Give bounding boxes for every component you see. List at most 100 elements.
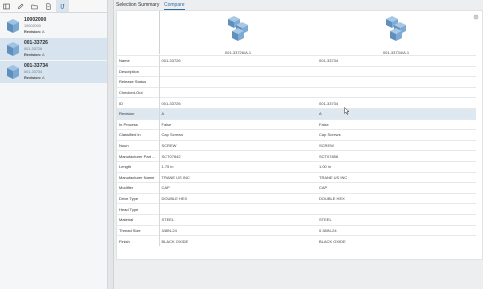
column-divider: [159, 11, 160, 54]
part-icon: [7, 19, 19, 33]
tab-bar: Selection Summary Compare: [114, 0, 483, 10]
row-label: Manufacturer Part ...: [117, 150, 160, 162]
table-row[interactable]: Name 001-33726 001-33734: [117, 55, 476, 67]
table-row[interactable]: Checked-Out: [117, 86, 476, 98]
folder-icon[interactable]: [28, 0, 41, 12]
part-2-value: 0.38IN-24: [317, 224, 476, 236]
mouse-cursor-icon: [344, 107, 350, 115]
part-2-value: SCT07856: [317, 150, 476, 162]
part-1-value: 001-33726: [159, 97, 317, 109]
revision-label: Revision:: [24, 30, 42, 34]
table-row[interactable]: Classified in Cap Screws Cap Screws: [117, 129, 476, 141]
part-icon: [7, 65, 19, 79]
part-1-value: SCT07842: [159, 150, 317, 162]
part-2-value: SCREW: [317, 139, 476, 151]
compare-icon[interactable]: [56, 0, 69, 12]
part-1-value: 3/8IN-24: [159, 224, 317, 236]
document-icon[interactable]: [42, 0, 55, 12]
row-label: Manufacturer Name: [117, 171, 160, 183]
revision-value: A: [41, 76, 45, 80]
row-label: Drive Type: [117, 192, 160, 204]
part-1-value: SCREW: [159, 139, 317, 151]
row-label: Release Status: [117, 76, 160, 88]
row-label: In Process: [117, 118, 160, 130]
table-row[interactable]: Manufacturer Name TRANE US INC TRANE US IN…: [117, 171, 476, 183]
table-row[interactable]: Manufacturer Part ... SCT07842 SCT07856: [117, 150, 476, 162]
table-row[interactable]: Revision A A: [117, 107, 476, 120]
row-label: Thread Size: [117, 224, 160, 236]
part-2-value: Cap Screws: [317, 129, 476, 141]
row-label: ID: [117, 97, 160, 109]
part-1-value: DOUBLE HEX: [159, 192, 317, 204]
part-1-value: A: [159, 107, 317, 120]
part-1-value: BLACK OXIDE: [159, 235, 317, 247]
row-label: Classified in: [117, 129, 160, 141]
part-1-value: [159, 76, 317, 88]
part-2-value: CAP: [317, 182, 476, 194]
part-1-value: False: [159, 118, 317, 130]
part-icon: [386, 16, 406, 41]
row-label: Modifier: [117, 182, 160, 194]
tab-selection-summary[interactable]: Selection Summary: [116, 2, 159, 8]
compare-header: 001-33726/A.1 001-33734/A.1: [117, 11, 483, 55]
part-2-value: TRANE US INC: [317, 171, 476, 183]
part-2-value: 001-33734: [317, 97, 476, 109]
part-1-value: 001-33726: [159, 55, 317, 67]
part-1-value: [159, 203, 317, 215]
table-row[interactable]: Material STEEL STEEL: [117, 213, 476, 225]
list-item[interactable]: 10002000 10002000 Revision: A: [0, 15, 107, 37]
part-2-value: 1.00 in: [317, 160, 476, 173]
part-1-value: CAP: [159, 182, 317, 194]
row-label: Head Type: [117, 203, 160, 215]
part-2-value: STEEL: [317, 213, 476, 225]
item-revision: Revision: A: [24, 29, 46, 35]
part-2-value: False: [317, 118, 476, 130]
revision-value: A: [41, 53, 45, 57]
row-label: Description: [117, 65, 160, 77]
part-2-value: BLACK OXIDE: [317, 235, 476, 247]
tab-compare[interactable]: Compare: [164, 2, 185, 10]
part-1-value: TRANE US INC: [159, 171, 317, 183]
row-label: Checked-Out: [117, 86, 160, 98]
part-1-value: [159, 86, 317, 98]
part-2-value: A: [317, 107, 476, 120]
app-window: 10002000 10002000 Revision: A 001-33726 …: [0, 0, 483, 289]
table-row[interactable]: Modifier CAP CAP: [117, 182, 476, 194]
part-icon: [7, 42, 19, 56]
panel-icon[interactable]: [0, 0, 13, 12]
table-row[interactable]: Release Status: [117, 76, 476, 88]
table-row[interactable]: Head Type: [117, 203, 476, 215]
table-row[interactable]: In Process False False: [117, 118, 476, 130]
part-2-value: DOUBLE HEX: [317, 192, 476, 204]
table-row[interactable]: Finish BLACK OXIDE BLACK OXIDE: [117, 235, 476, 247]
part-1-value: 1.75 in: [159, 160, 317, 173]
table-row[interactable]: Drive Type DOUBLE HEX DOUBLE HEX: [117, 192, 476, 204]
revision-value: A: [41, 30, 45, 34]
table-row[interactable]: Noun SCREW SCREW: [117, 139, 476, 151]
part-2-value: 001-33734: [317, 55, 476, 67]
part-2-value: [317, 76, 476, 88]
compare-table: Name 001-33726 001-33734 Description Release…: [117, 55, 476, 247]
item-revision: Revision: A: [24, 52, 48, 58]
part-2-value: [317, 65, 476, 77]
part-icon: [228, 16, 248, 41]
edit-icon[interactable]: [14, 0, 27, 12]
table-row[interactable]: ID 001-33726 001-33734: [117, 97, 476, 109]
item-revision: Revision: A: [24, 75, 48, 81]
table-row[interactable]: Length 1.75 in 1.00 in: [117, 160, 476, 173]
revision-label: Revision:: [24, 76, 42, 80]
part-1-value: Cap Screws: [159, 129, 317, 141]
compare-panel: 001-33726/A.1 001-33734/A.1 Name 001-3372…: [116, 10, 483, 260]
details-area: Selection Summary Compare 001-33726/A.1: [114, 0, 483, 289]
list-item[interactable]: 001-33734 001-33734 Revision: A: [0, 61, 107, 83]
panel-toolbar: [0, 0, 107, 13]
table-row[interactable]: Thread Size 3/8IN-24 0.38IN-24: [117, 224, 476, 236]
part-1-header: 001-33726/A.1: [203, 14, 273, 55]
table-row[interactable]: Description: [117, 65, 476, 77]
row-label: Material: [117, 213, 160, 225]
part-2-value: [317, 203, 476, 215]
list-item[interactable]: 001-33726 001-33726 Revision: A: [0, 38, 107, 60]
part-1-value: STEEL: [159, 213, 317, 225]
row-label: Name: [117, 55, 160, 67]
row-label: Noun: [117, 139, 160, 151]
